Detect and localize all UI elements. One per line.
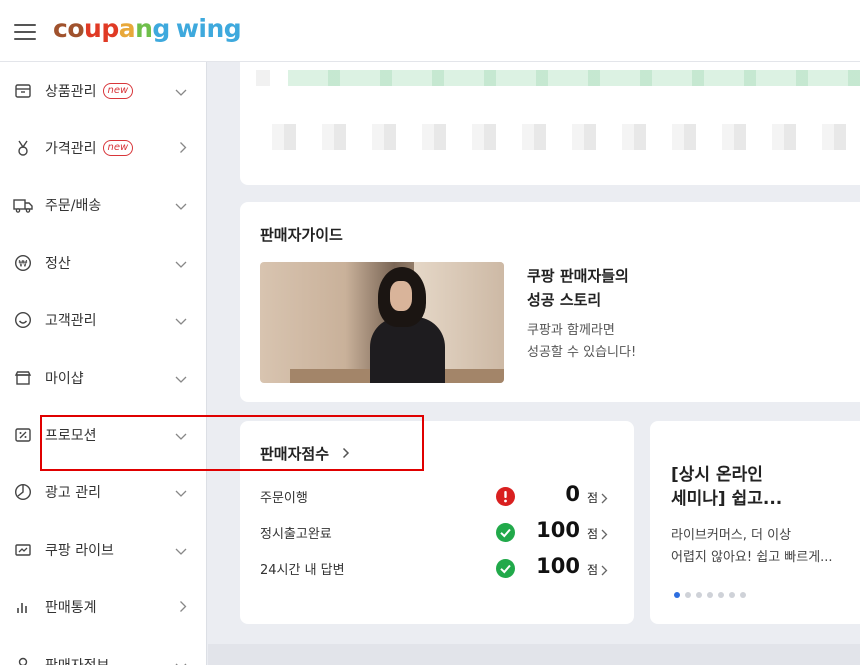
sidebar-nav: 상품관리 new 가격관리 new 주문/배송 ₩ 정산 고객관리 마이샵 프로모션 광고 관리 쿠팡… — [0, 62, 207, 665]
coupang-wing-logo[interactable]: coupang wing — [53, 14, 242, 43]
new-badge: new — [102, 82, 134, 99]
chevron-down-icon — [175, 253, 187, 272]
smile-icon — [13, 310, 33, 330]
sidebar-item-8[interactable]: 쿠팡 라이브 — [0, 521, 206, 578]
seller-guide-heading[interactable]: 쿠팡 판매자들의 성공 스토리 — [527, 264, 629, 312]
sidebar-item-3[interactable]: ₩ 정산 — [0, 234, 206, 291]
sidebar-item-9[interactable]: 판매통계 — [0, 579, 206, 636]
user-icon — [13, 655, 33, 665]
sidebar-item-label: 고객관리 — [45, 313, 97, 330]
check-icon — [496, 559, 515, 578]
carousel-dot[interactable] — [718, 592, 724, 598]
sidebar-item-2[interactable]: 주문/배송 — [0, 177, 206, 234]
seller-guide-description: 쿠팡과 함께라면 성공할 수 있습니다! — [527, 323, 637, 360]
blurred-content — [256, 70, 270, 86]
score-name: 24시간 내 답변 — [260, 563, 345, 578]
seller-guide-card: 판매자가이드 쿠팡 판매자들의 성공 스토리 쿠팡과 함께라면 성공할 수 있습… — [240, 202, 860, 402]
sidebar-item-10[interactable]: 판매자정보 — [0, 636, 206, 665]
chevron-right-icon — [601, 489, 608, 508]
highlight-box — [40, 415, 424, 471]
main-content: 판매자가이드 쿠팡 판매자들의 성공 스토리 쿠팡과 함께라면 성공할 수 있습… — [208, 62, 860, 665]
chevron-down-icon — [175, 311, 187, 330]
score-value: 100 — [536, 518, 580, 542]
new-badge: new — [102, 140, 134, 157]
sidebar-item-5[interactable]: 마이샵 — [0, 349, 206, 406]
seminar-description: 라이브커머스, 더 이상 어렵지 않아요! 쉽고 빠르게... — [671, 528, 833, 565]
score-row[interactable]: 정시출고완료 100 점 — [260, 517, 608, 547]
page-bottom — [208, 644, 860, 665]
pie-chart-icon — [13, 482, 33, 502]
carousel-dot[interactable] — [674, 592, 680, 598]
sidebar-item-0[interactable]: 상품관리 new — [0, 62, 206, 119]
score-value: 100 — [536, 554, 580, 578]
score-unit: 점 — [586, 527, 598, 541]
score-row[interactable]: 24시간 내 답변 100 점 — [260, 553, 608, 583]
chevron-down-icon — [175, 540, 187, 559]
blurred-content — [288, 70, 860, 86]
summary-card — [240, 62, 860, 185]
score-value: 0 — [565, 482, 580, 506]
chevron-down-icon — [175, 483, 187, 502]
sidebar-item-label: 광고 관리 — [45, 485, 101, 502]
score-name: 주문이행 — [260, 491, 308, 506]
carousel-dot[interactable] — [696, 592, 702, 598]
sidebar-item-label: 판매통계 — [45, 600, 97, 617]
live-icon — [13, 540, 33, 560]
medal-icon — [13, 138, 33, 158]
chevron-down-icon — [175, 196, 187, 215]
sidebar-item-label: 가격관리 — [45, 141, 97, 158]
blurred-content — [272, 124, 860, 150]
sidebar-item-4[interactable]: 고객관리 — [0, 292, 206, 349]
shop-icon — [13, 368, 33, 388]
seminar-card[interactable]: [상시 온라인 세미나] 쉽고... 라이브커머스, 더 이상 어렵지 않아요!… — [650, 421, 860, 624]
chevron-down-icon — [175, 368, 187, 387]
menu-icon[interactable] — [14, 24, 36, 40]
chevron-right-icon — [601, 525, 608, 544]
score-row[interactable]: 주문이행 0 점 — [260, 481, 608, 511]
carousel-dot[interactable] — [685, 592, 691, 598]
box-icon — [13, 81, 33, 101]
coupon-icon — [13, 425, 33, 445]
sidebar-item-label: 상품관리 — [45, 83, 97, 100]
chevron-right-icon — [179, 598, 187, 617]
sidebar-item-label: 주문/배송 — [45, 198, 102, 215]
chevron-right-icon — [179, 139, 187, 158]
score-unit: 점 — [586, 491, 598, 505]
sidebar-item-label: 정산 — [45, 255, 71, 272]
sidebar-item-7[interactable]: 광고 관리 — [0, 464, 206, 521]
warning-icon — [496, 487, 515, 506]
check-icon — [496, 523, 515, 542]
sidebar-item-label: 쿠팡 라이브 — [45, 542, 114, 559]
chevron-down-icon — [175, 655, 187, 665]
bar-chart-icon — [13, 597, 33, 617]
chevron-right-icon — [601, 561, 608, 580]
truck-icon — [13, 195, 33, 215]
score-name: 정시출고완료 — [260, 527, 332, 542]
sidebar-item-label: 마이샵 — [45, 370, 84, 387]
svg-text:₩: ₩ — [19, 259, 28, 269]
won-icon: ₩ — [13, 253, 33, 273]
carousel-dots — [674, 592, 746, 598]
top-bar: coupang wing — [0, 0, 860, 62]
seller-guide-title: 판매자가이드 — [260, 226, 343, 244]
seminar-title[interactable]: [상시 온라인 세미나] 쉽고... — [671, 463, 782, 511]
sidebar-item-label: 판매자정보 — [45, 655, 109, 665]
carousel-dot[interactable] — [707, 592, 713, 598]
score-unit: 점 — [586, 563, 598, 577]
chevron-down-icon — [175, 81, 187, 100]
carousel-dot[interactable] — [740, 592, 746, 598]
sidebar-item-1[interactable]: 가격관리 new — [0, 119, 206, 176]
seller-guide-image[interactable] — [260, 262, 504, 383]
carousel-dot[interactable] — [729, 592, 735, 598]
